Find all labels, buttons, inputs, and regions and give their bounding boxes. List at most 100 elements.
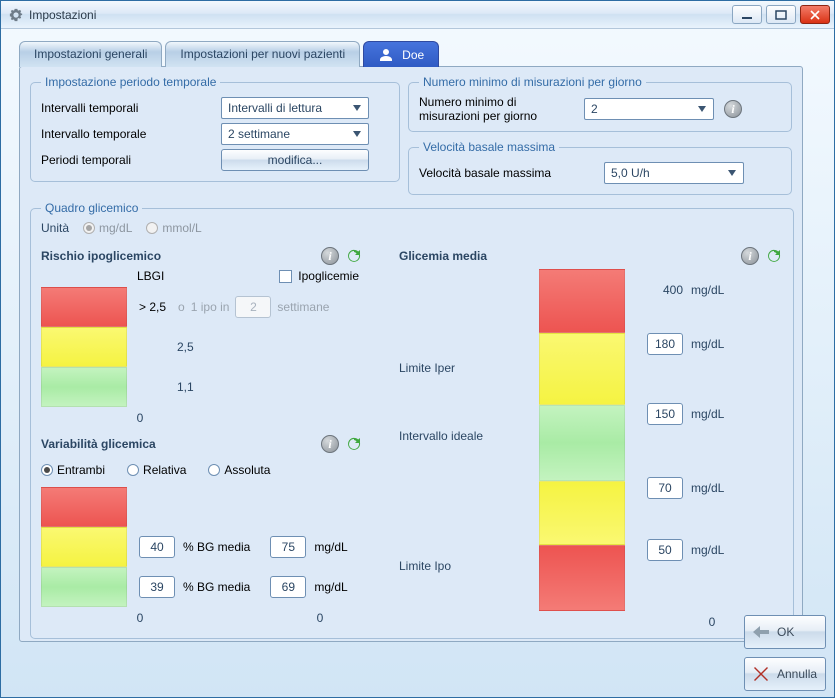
seg-red-top [539,269,625,333]
hypo-ipo-pre: 1 ipo in [191,300,230,314]
label-mgdl: mg/dL [314,540,347,554]
label-pct-bg: % BG media [183,580,250,594]
info-icon[interactable]: i [321,435,339,453]
checkbox-ipoglicemie[interactable] [279,270,292,283]
info-icon[interactable]: i [321,247,339,265]
label-ipoglicemie: Ipoglicemie [298,269,359,283]
button-ok[interactable]: OK [744,615,826,649]
button-modifica[interactable]: modifica... [221,149,369,171]
vari-foot-left: 0 [97,611,183,625]
group-period-legend: Impostazione periodo temporale [41,75,220,89]
tab-general[interactable]: Impostazioni generali [19,41,162,67]
seg-yellow-top [539,333,625,405]
chevron-down-icon [695,102,709,116]
label-periodi-temporali: Periodi temporali [41,153,211,167]
ok-arrow-icon [751,622,771,642]
input-yellow-pct[interactable]: 40 [139,536,175,558]
group-basal-legend: Velocità basale massima [419,140,559,154]
input-iper[interactable]: 180 [647,333,683,355]
group-quadro-legend: Quadro glicemico [41,201,142,215]
color-green [41,567,127,607]
seg-yellow-bottom [539,481,625,545]
radio-mmol: mmol/L [146,221,201,235]
right-column: Glicemia media i Limite Iper Intervallo … [399,241,783,629]
minimize-button[interactable] [732,5,762,24]
reset-icon[interactable] [345,247,363,265]
vari-foot-right: 0 [277,611,363,625]
color-green [41,367,127,407]
radio-assoluta[interactable]: Assoluta [208,463,270,477]
left-column: Rischio ipoglicemico i LBGI Ipogli [41,241,363,629]
side-buttons: OK Annulla [744,615,826,691]
gm-top-unit: mg/dL [691,283,724,297]
seg-green [539,405,625,481]
hypo-red-value: > 2,5 [139,300,166,314]
label-min-meas: Numero minimo di misurazioni per giorno [419,95,574,123]
gm-unit: mg/dL [691,407,724,421]
select-intervallo[interactable]: 2 settimane [221,123,369,145]
label-intervallo-temporale: Intervallo temporale [41,127,211,141]
maximize-button[interactable] [766,5,796,24]
content-area: Impostazioni generali Impostazioni per n… [1,29,834,699]
vari-row-yellow: 40 % BG media 75 mg/dL [41,527,363,567]
hypo-foot: 0 [97,411,183,425]
reset-icon[interactable] [765,247,783,265]
gm-foot: 0 [669,615,755,629]
input-ipo-count: 2 [235,296,271,318]
tabstrip: Impostazioni generali Impostazioni per n… [19,41,826,67]
label-intervalli-temporali: Intervalli temporali [41,101,211,115]
hypo-row-red: > 2,5 o 1 ipo in 2 settimane [41,287,363,327]
hypo-sep: o [178,300,185,314]
label-unita: Unità [41,221,69,235]
seg-red-bottom [539,545,625,611]
select-basal[interactable]: 5,0 U/h [604,162,744,184]
hypo-green-value: 1,1 [177,380,194,394]
gm-unit: mg/dL [691,337,724,351]
input-green-mgdl[interactable]: 69 [270,576,306,598]
chevron-down-icon [725,166,739,180]
window-title: Impostazioni [29,8,728,22]
input-70[interactable]: 70 [647,477,683,499]
chevron-down-icon [350,101,364,115]
vari-row-green: 39 % BG media 69 mg/dL [41,567,363,607]
color-red [41,487,127,527]
tab-panel: Impostazione periodo temporale Intervall… [19,66,803,642]
hypo-yellow-value: 2,5 [177,340,194,354]
hypo-row-green: 1,1 [41,367,363,407]
reset-icon[interactable] [345,435,363,453]
info-icon[interactable]: i [741,247,759,265]
input-yellow-mgdl[interactable]: 75 [270,536,306,558]
radio-entrambi[interactable]: Entrambi [41,463,105,477]
hypo-row-yellow: 2,5 [41,327,363,367]
title-gmedia: Glicemia media [399,249,741,263]
titlebar: Impostazioni [1,1,834,29]
label-ipo: Limite Ipo [399,559,529,573]
window: Impostazioni Impostazioni generali Impos… [0,0,835,698]
gm-unit: mg/dL [691,543,724,557]
select-min-meas[interactable]: 2 [584,98,714,120]
select-intervalli[interactable]: Intervalli di lettura [221,97,369,119]
chevron-down-icon [350,127,364,141]
info-icon[interactable]: i [724,100,742,118]
hypo-ipo-post: settimane [277,300,329,314]
cancel-x-icon [751,664,771,684]
button-annulla[interactable]: Annulla [744,657,826,691]
tab-new-patients[interactable]: Impostazioni per nuovi pazienti [165,41,360,67]
person-icon [378,47,394,63]
color-yellow [41,527,127,567]
label-mgdl: mg/dL [314,580,347,594]
input-150[interactable]: 150 [647,403,683,425]
label-basal: Velocità basale massima [419,166,594,180]
input-green-pct[interactable]: 39 [139,576,175,598]
tab-doe[interactable]: Doe [363,41,439,67]
title-vari: Variabilità glicemica [41,437,321,451]
label-pct-bg: % BG media [183,540,250,554]
radio-relativa[interactable]: Relativa [127,463,186,477]
input-ipo[interactable]: 50 [647,539,683,561]
gm-unit: mg/dL [691,481,724,495]
group-min-measurements: Numero minimo di misurazioni per giorno … [408,75,792,132]
color-yellow [41,327,127,367]
label-lbgi: LBGI [137,269,207,283]
vari-row-red [41,487,363,527]
close-button[interactable] [800,5,830,24]
